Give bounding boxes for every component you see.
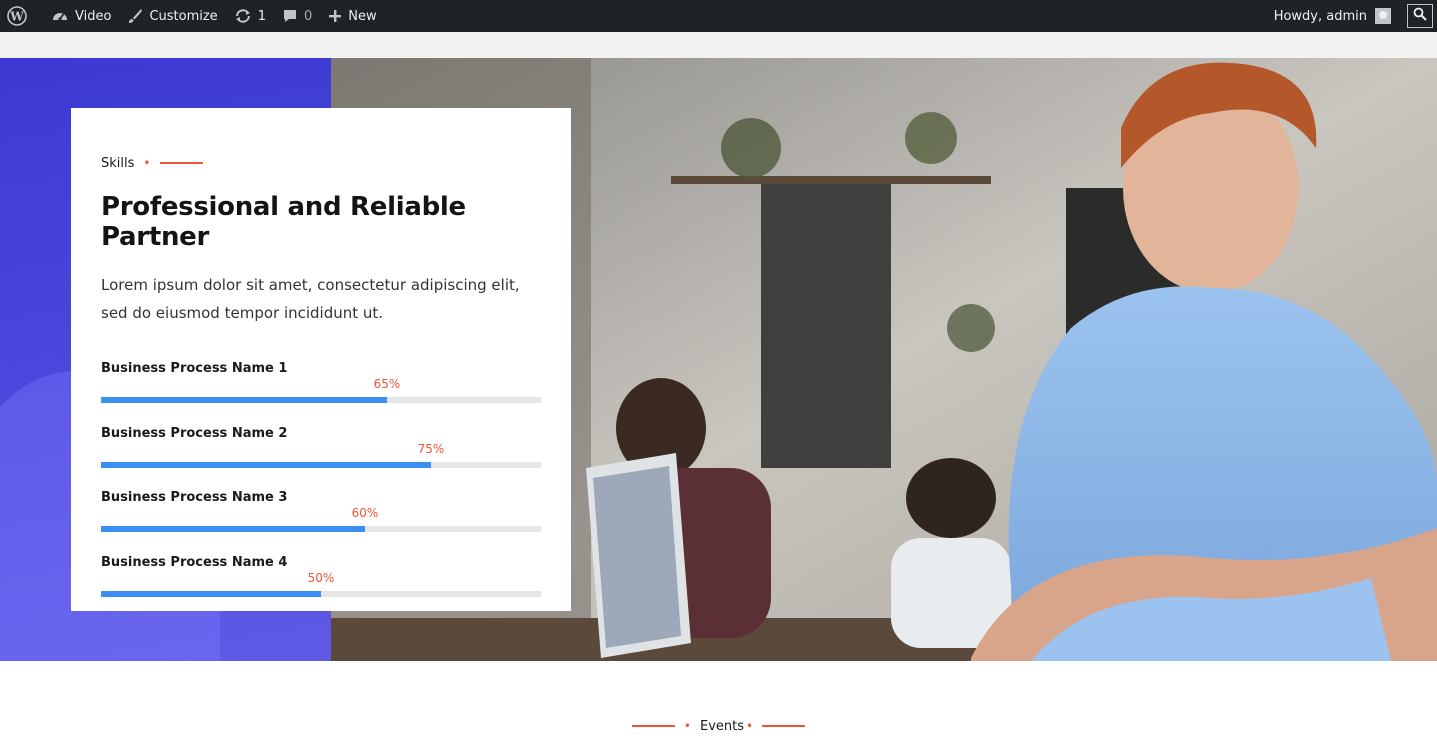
avatar [1375, 8, 1391, 24]
admin-bar-right: Howdy, admin [1266, 0, 1437, 32]
skill-name: Business Process Name 3 [101, 490, 288, 505]
skill-percent: 50% [307, 570, 335, 585]
brush-icon [127, 8, 143, 24]
skill-percent: 75% [417, 441, 445, 456]
customize-link[interactable]: Customize [119, 0, 225, 32]
comments-link[interactable]: 0 [274, 0, 320, 32]
skill-name: Business Process Name 1 [101, 361, 288, 376]
updates-count: 1 [257, 8, 266, 24]
skills-kicker: Skills • [101, 155, 541, 171]
skills-list: Business Process Name 1 65% Business Pro… [101, 361, 541, 619]
plus-icon [328, 9, 342, 23]
skill-progress-fill [101, 461, 431, 468]
skills-kicker-label: Skills [101, 155, 135, 171]
skill-percent: 65% [373, 377, 401, 391]
skill-name: Business Process Name 4 [101, 554, 288, 570]
kicker-line [160, 162, 204, 164]
admin-bar: W Video Customize 1 0 New Howdy, admin [0, 0, 1437, 32]
skill-item: Business Process Name 3 60% [101, 490, 541, 555]
svg-text:W: W [9, 10, 24, 24]
howdy-label: Howdy, admin [1273, 8, 1367, 24]
customize-label: Customize [149, 8, 218, 24]
events-dot-right: • [746, 719, 754, 733]
skill-progress-fill [101, 397, 387, 403]
events-dot-left: • [683, 719, 691, 733]
dashboard-gauge-icon [51, 8, 69, 24]
my-account-menu[interactable]: Howdy, admin [1266, 0, 1397, 32]
skill-progress-track [101, 526, 541, 532]
events-line-left [631, 725, 675, 727]
hero-section: Skills • Professional and Reliable Partn… [0, 58, 1437, 661]
events-heading: • Events • [0, 716, 1437, 736]
skills-title: Professional and Reliable Partner [101, 192, 466, 252]
skill-item: Business Process Name 1 65% [101, 361, 541, 426]
comments-count: 0 [303, 8, 313, 24]
wordpress-menu[interactable]: W [0, 0, 43, 32]
site-name-label: Video [75, 8, 112, 24]
new-label: New [348, 8, 377, 24]
updates-link[interactable]: 1 [226, 0, 274, 32]
search-icon [1413, 7, 1427, 25]
new-content-menu[interactable]: New [320, 0, 384, 32]
top-strip [0, 32, 1437, 58]
site-name-menu[interactable]: Video [43, 0, 119, 32]
wordpress-logo-icon: W [7, 6, 27, 26]
skill-progress-fill [101, 526, 365, 532]
admin-bar-left: W Video Customize 1 0 New [0, 0, 385, 32]
skill-percent: 60% [351, 506, 379, 520]
skills-card: Skills • Professional and Reliable Partn… [71, 108, 571, 611]
events-label: Events [699, 718, 744, 734]
events-line-right [762, 725, 806, 727]
kicker-dot: • [143, 156, 151, 170]
skill-progress-fill [101, 590, 321, 597]
skill-progress-track [101, 397, 541, 403]
skill-name: Business Process Name 2 [101, 425, 288, 441]
skill-progress-track [101, 461, 541, 468]
skill-progress-track [101, 590, 541, 597]
search-button[interactable] [1407, 4, 1433, 28]
updates-icon [234, 8, 252, 24]
comment-icon [282, 8, 298, 24]
skill-item: Business Process Name 4 50% [101, 555, 541, 620]
skill-item: Business Process Name 2 75% [101, 426, 541, 491]
skills-description: Lorem ipsum dolor sit amet, consectetur … [101, 276, 520, 322]
